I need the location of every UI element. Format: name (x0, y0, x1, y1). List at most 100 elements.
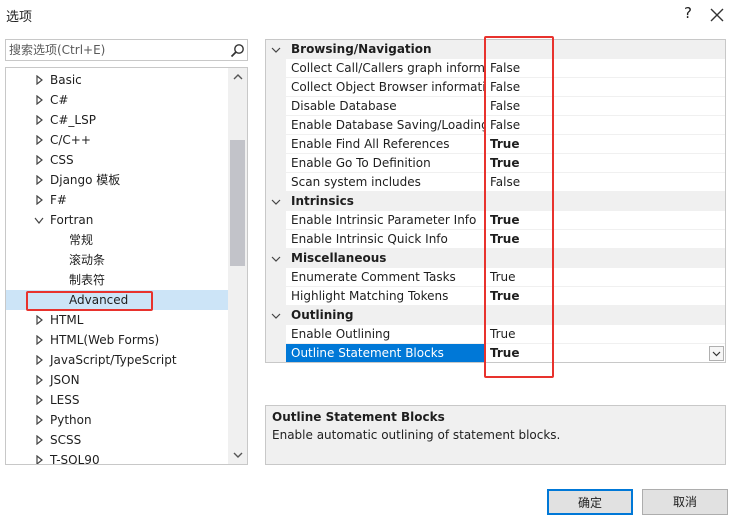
property-value[interactable]: False (486, 173, 725, 192)
property-grid: Browsing/Navigation Collect Call/Callers … (265, 39, 726, 363)
tree-item[interactable]: Django 模板 (6, 170, 228, 190)
help-button[interactable]: ? (678, 4, 698, 26)
tree-item[interactable]: C# (6, 90, 228, 110)
collapse-chevron-icon[interactable] (271, 254, 281, 264)
property-value[interactable]: True (486, 154, 725, 173)
tree-item[interactable]: HTML (6, 310, 228, 330)
property-row[interactable]: Disable Database False (266, 97, 725, 116)
property-name[interactable]: Enable Outlining (286, 325, 485, 344)
property-value[interactable]: False (486, 97, 725, 116)
property-name[interactable]: Scan system includes (286, 173, 485, 192)
collapsed-arrow-icon[interactable] (34, 195, 44, 205)
category-header[interactable]: Outlining (266, 306, 725, 325)
property-row[interactable]: Enable Outlining True (266, 325, 725, 344)
collapse-chevron-icon[interactable] (271, 311, 281, 321)
scroll-down-icon[interactable] (228, 447, 248, 464)
collapsed-arrow-icon[interactable] (34, 175, 44, 185)
property-value[interactable]: True (486, 230, 725, 249)
collapsed-arrow-icon[interactable] (34, 395, 44, 405)
collapse-chevron-icon[interactable] (271, 45, 281, 55)
ok-button[interactable]: 确定 (547, 489, 633, 515)
collapsed-arrow-icon[interactable] (34, 315, 44, 325)
property-row[interactable]: Enable Find All References True (266, 135, 725, 154)
tree-item[interactable]: F# (6, 190, 228, 210)
collapsed-arrow-icon[interactable] (34, 95, 44, 105)
expanded-arrow-icon[interactable] (34, 215, 44, 225)
scrollbar-thumb[interactable] (230, 140, 245, 266)
tree-item[interactable]: T-SQL90 (6, 450, 228, 465)
search-icon[interactable] (230, 43, 245, 58)
tree-item[interactable]: 制表符 (6, 270, 228, 290)
collapse-chevron-icon[interactable] (271, 197, 281, 207)
property-value[interactable]: True (486, 344, 725, 362)
value-dropdown-button[interactable] (709, 346, 724, 361)
property-name[interactable]: Outline Statement Blocks (286, 344, 485, 362)
tree-item[interactable]: SCSS (6, 430, 228, 450)
property-name[interactable]: Disable Database (286, 97, 485, 116)
property-name[interactable]: Enable Go To Definition (286, 154, 485, 173)
scroll-up-icon[interactable] (228, 68, 248, 85)
tree-item[interactable]: C/C++ (6, 130, 228, 150)
tree-item-label: Django 模板 (50, 173, 121, 187)
property-value[interactable]: False (486, 59, 725, 78)
category-header[interactable]: Intrinsics (266, 192, 725, 211)
category-header[interactable]: Browsing/Navigation (266, 40, 725, 59)
category-label: Browsing/Navigation (291, 42, 432, 56)
property-row[interactable]: Collect Object Browser informatio False (266, 78, 725, 97)
tree-item-label: C# (50, 93, 69, 107)
property-value[interactable]: True (486, 268, 725, 287)
collapsed-arrow-icon[interactable] (34, 375, 44, 385)
property-name[interactable]: Collect Object Browser informatio (286, 78, 485, 97)
tree-item[interactable]: 滚动条 (6, 250, 228, 270)
property-value[interactable]: False (486, 78, 725, 97)
collapsed-arrow-icon[interactable] (34, 355, 44, 365)
property-name[interactable]: Highlight Matching Tokens (286, 287, 485, 306)
property-name[interactable]: Enable Intrinsic Parameter Info (286, 211, 485, 230)
property-row[interactable]: Highlight Matching Tokens True (266, 287, 725, 306)
tree-item[interactable]: Advanced (6, 290, 228, 311)
tree-item[interactable]: HTML(Web Forms) (6, 330, 228, 350)
property-value[interactable]: True (486, 135, 725, 154)
cancel-button[interactable]: 取消 (642, 489, 728, 515)
property-value[interactable]: True (486, 287, 725, 306)
tree-item[interactable]: C#_LSP (6, 110, 228, 130)
tree-item[interactable]: Fortran (6, 210, 228, 230)
property-value[interactable]: False (486, 116, 725, 135)
property-row[interactable]: Enable Database Saving/Loading False (266, 116, 725, 135)
property-name[interactable]: Enable Intrinsic Quick Info (286, 230, 485, 249)
collapsed-arrow-icon[interactable] (34, 455, 44, 465)
collapsed-arrow-icon[interactable] (34, 335, 44, 345)
property-row[interactable]: Enable Go To Definition True (266, 154, 725, 173)
tree-scrollbar[interactable] (228, 68, 248, 464)
property-name[interactable]: Enable Find All References (286, 135, 485, 154)
property-name[interactable]: Enable Database Saving/Loading (286, 116, 485, 135)
collapsed-arrow-icon[interactable] (34, 135, 44, 145)
search-input[interactable] (9, 42, 221, 58)
property-row[interactable]: Enumerate Comment Tasks True (266, 268, 725, 287)
category-header[interactable]: Miscellaneous (266, 249, 725, 268)
tree-item[interactable]: Basic (6, 70, 228, 90)
category-label: Outlining (291, 308, 354, 322)
collapsed-arrow-icon[interactable] (34, 415, 44, 425)
tree-item[interactable]: LESS (6, 390, 228, 410)
tree-item[interactable]: 常规 (6, 230, 228, 250)
property-row[interactable]: Enable Intrinsic Parameter Info True (266, 211, 725, 230)
collapsed-arrow-icon[interactable] (34, 435, 44, 445)
property-name[interactable]: Collect Call/Callers graph informa (286, 59, 485, 78)
tree-item[interactable]: JavaScript/TypeScript (6, 350, 228, 370)
property-name[interactable]: Enumerate Comment Tasks (286, 268, 485, 287)
tree-item[interactable]: Python (6, 410, 228, 430)
property-row[interactable]: Collect Call/Callers graph informa False (266, 59, 725, 78)
tree-item[interactable]: JSON (6, 370, 228, 390)
tree-item[interactable]: CSS (6, 150, 228, 170)
property-row[interactable]: Scan system includes False (266, 173, 725, 192)
collapsed-arrow-icon[interactable] (34, 155, 44, 165)
collapsed-arrow-icon[interactable] (34, 115, 44, 125)
property-row[interactable]: Outline Statement Blocks True (266, 344, 725, 362)
property-value[interactable]: True (486, 325, 725, 344)
tree-item-label: HTML(Web Forms) (50, 333, 160, 347)
collapsed-arrow-icon[interactable] (34, 75, 44, 85)
property-value[interactable]: True (486, 211, 725, 230)
close-button[interactable] (705, 3, 729, 27)
property-row[interactable]: Enable Intrinsic Quick Info True (266, 230, 725, 249)
